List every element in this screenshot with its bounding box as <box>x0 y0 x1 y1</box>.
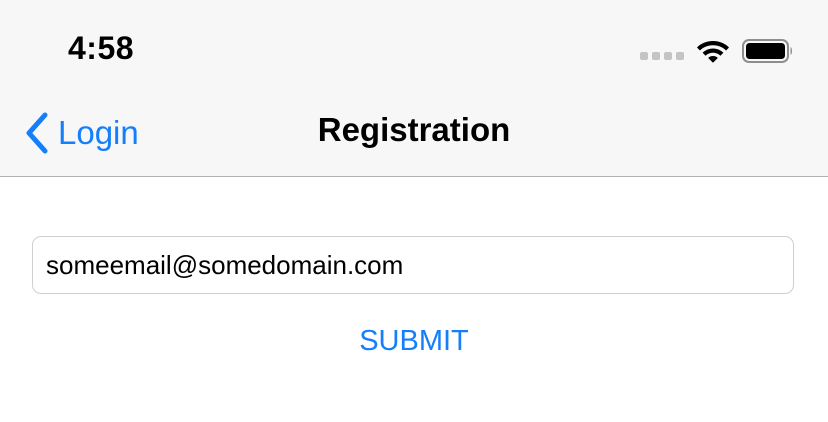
top-bar: 4:58 Login Registration <box>0 0 828 177</box>
cellular-signal-icon <box>640 52 684 60</box>
submit-button[interactable]: SUBMIT <box>0 325 828 358</box>
battery-icon <box>742 39 792 63</box>
email-field[interactable] <box>32 236 794 294</box>
page-title: Registration <box>317 111 511 148</box>
registration-screen: 4:58 Login Registration SUBM <box>0 0 828 422</box>
wifi-icon <box>697 41 729 63</box>
status-time: 4:58 <box>68 30 135 66</box>
status-icons <box>640 36 794 66</box>
